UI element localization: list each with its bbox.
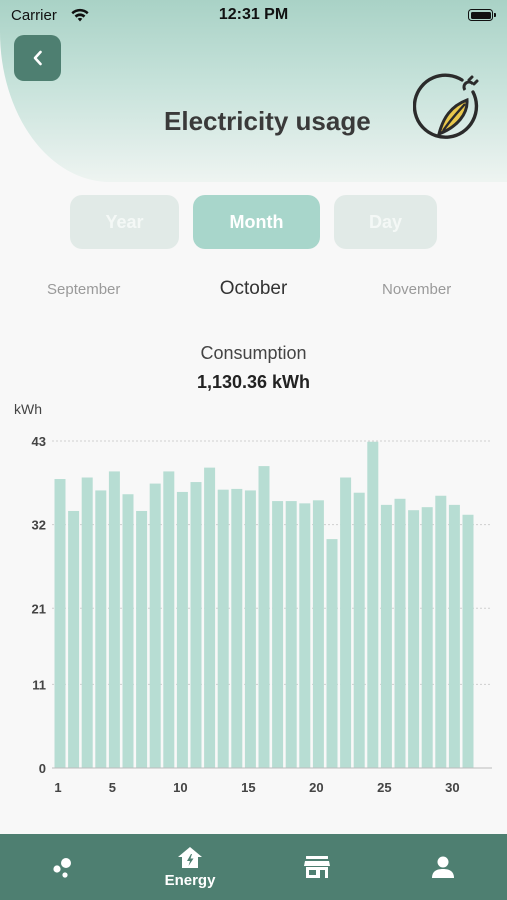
home-energy-icon — [178, 847, 202, 868]
bar — [136, 510, 148, 768]
bar — [448, 504, 460, 768]
back-button[interactable] — [14, 35, 61, 81]
bar — [122, 494, 134, 768]
bar — [421, 507, 433, 768]
bar — [149, 483, 161, 768]
bar — [68, 510, 80, 768]
bar — [54, 479, 66, 768]
store-icon — [304, 856, 330, 878]
bar — [163, 471, 175, 768]
bar — [204, 467, 216, 768]
usage-bar-chart: kWh0112132431 5 10 15 20 25 30 — [14, 401, 492, 795]
y-tick-label: 32 — [32, 518, 46, 533]
y-tick-label: 43 — [32, 434, 46, 449]
bar — [272, 501, 284, 768]
y-tick-label: 0 — [39, 761, 46, 776]
chevron-left-icon — [33, 50, 42, 66]
next-month-button[interactable]: November — [382, 281, 451, 298]
bar — [176, 491, 188, 768]
tab-year[interactable]: Year — [70, 195, 179, 249]
y-tick-label: 21 — [32, 601, 46, 616]
nav-item-energy[interactable]: Energy — [150, 834, 230, 900]
bar — [353, 492, 365, 768]
bar — [217, 489, 229, 768]
bar — [231, 488, 243, 768]
bar — [285, 501, 297, 768]
y-tick-label: 11 — [32, 677, 46, 692]
tab-day[interactable]: Day — [334, 195, 437, 249]
consumption-value: 1,130.36 kWh — [196, 372, 311, 392]
bar — [258, 466, 270, 768]
x-tick-label: 20 — [309, 780, 323, 795]
bar — [312, 500, 324, 768]
bar — [367, 441, 379, 768]
battery-icon — [468, 9, 496, 21]
y-axis-label: kWh — [14, 401, 42, 417]
bar — [326, 539, 338, 768]
x-tick-label: 5 — [109, 780, 116, 795]
consumption-label: Consumption — [200, 343, 307, 363]
nav-item-store[interactable] — [284, 834, 350, 900]
bar — [190, 482, 202, 768]
bar — [435, 495, 447, 768]
person-icon — [432, 856, 454, 878]
bar — [462, 514, 474, 768]
nav-item-profile[interactable] — [410, 834, 476, 900]
x-tick-label: 10 — [173, 780, 187, 795]
bar — [244, 490, 256, 768]
x-tick-label: 15 — [241, 780, 255, 795]
page-title: Electricity usage — [164, 106, 371, 136]
x-tick-label: 30 — [445, 780, 459, 795]
bar — [340, 477, 352, 768]
bar — [108, 471, 120, 768]
nav-label-energy: Energy — [164, 872, 216, 889]
bar — [394, 498, 406, 768]
x-tick-label: 25 — [377, 780, 391, 795]
bar — [408, 510, 420, 768]
bar — [380, 504, 392, 768]
clock: 12:31 PM — [218, 6, 289, 23]
bottom-nav: Energy — [0, 834, 507, 900]
tab-month[interactable]: Month — [193, 195, 320, 249]
bar — [81, 477, 93, 768]
nav-item-overview[interactable] — [30, 834, 96, 900]
x-tick-label: 1 — [54, 780, 61, 795]
leaf-plug-icon — [413, 73, 479, 139]
bubbles-icon — [53, 858, 71, 878]
bar — [299, 503, 311, 768]
status-bar: Carrier 12:31 PM — [0, 0, 507, 32]
bar — [95, 490, 107, 768]
